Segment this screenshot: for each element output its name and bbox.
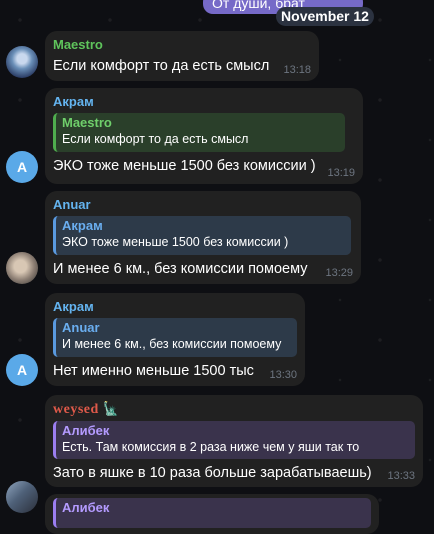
reply-quote[interactable]: Maestro Если комфорт то да есть смысл: [53, 113, 345, 152]
sender-name[interactable]: Anuar: [53, 197, 353, 213]
reply-quote[interactable]: Алибек Есть. Там комиссия в 2 раза ниже …: [53, 421, 415, 459]
message-text: И менее 6 км., без комиссии помоему: [53, 261, 308, 277]
message-time: 13:33: [387, 470, 415, 482]
message-bubble[interactable]: Anuar Акрам ЭКО тоже меньше 1500 без ком…: [45, 191, 361, 284]
reply-text: Если комфорт то да есть смысл: [62, 132, 249, 146]
reply-quote[interactable]: Акрам ЭКО тоже меньше 1500 без комиссии …: [53, 216, 351, 255]
avatar-letter: A: [16, 362, 28, 378]
sender-name[interactable]: Maestro: [53, 37, 311, 53]
message-time: 13:19: [327, 167, 355, 179]
avatar-anuar[interactable]: [6, 252, 38, 284]
reply-sender: Maestro: [62, 115, 112, 130]
message-bubble[interactable]: weysed 🗽 Алибек Есть. Там комиссия в 2 р…: [45, 395, 423, 487]
message-bubble[interactable]: Maestro Если комфорт то да есть смысл 13…: [45, 31, 319, 81]
message-time: 13:30: [269, 369, 297, 381]
reply-text: Есть. Там комиссия в 2 раза ниже чем у я…: [62, 440, 360, 454]
avatar-weysed[interactable]: [6, 481, 38, 513]
message-time: 13:18: [283, 64, 311, 76]
message-text: ЭКО тоже меньше 1500 без комиссии ): [53, 158, 316, 174]
reply-text: И менее 6 км., без комиссии помоему: [62, 337, 282, 351]
sender-name[interactable]: Акрам: [53, 94, 355, 110]
avatar-letter: A: [16, 159, 28, 175]
avatar-akram[interactable]: A: [6, 151, 38, 183]
message-text: Зато в яшке в 10 раза больше зарабатывае…: [53, 465, 372, 481]
message-bubble[interactable]: Акрам Maestro Если комфорт то да есть см…: [45, 88, 363, 184]
sender-name[interactable]: Акрам: [53, 299, 297, 315]
message-time: 13:29: [325, 267, 353, 279]
reply-sender: Алибек: [62, 500, 110, 515]
reply-sender: Алибек: [62, 423, 110, 438]
reply-quote[interactable]: Алибек: [53, 498, 371, 528]
avatar-akram[interactable]: A: [6, 354, 38, 386]
reply-quote[interactable]: Anuar И менее 6 км., без комиссии помоем…: [53, 318, 297, 357]
reply-sender: Anuar: [62, 320, 100, 335]
avatar-maestro[interactable]: [6, 46, 38, 78]
message-bubble[interactable]: Алибек: [45, 494, 379, 534]
message-text: Если комфорт то да есть смысл: [53, 58, 270, 74]
message-text: Нет именно меньше 1500 тыс: [53, 363, 254, 379]
reply-sender: Акрам: [62, 218, 103, 233]
date-separator: November 12: [276, 7, 374, 26]
reply-text: ЭКО тоже меньше 1500 без комиссии ): [62, 235, 289, 249]
message-bubble[interactable]: Акрам Anuar И менее 6 км., без комиссии …: [45, 293, 305, 386]
statue-of-liberty-emoji-icon: 🗽: [102, 401, 120, 416]
sender-name[interactable]: weysed 🗽: [53, 401, 415, 418]
